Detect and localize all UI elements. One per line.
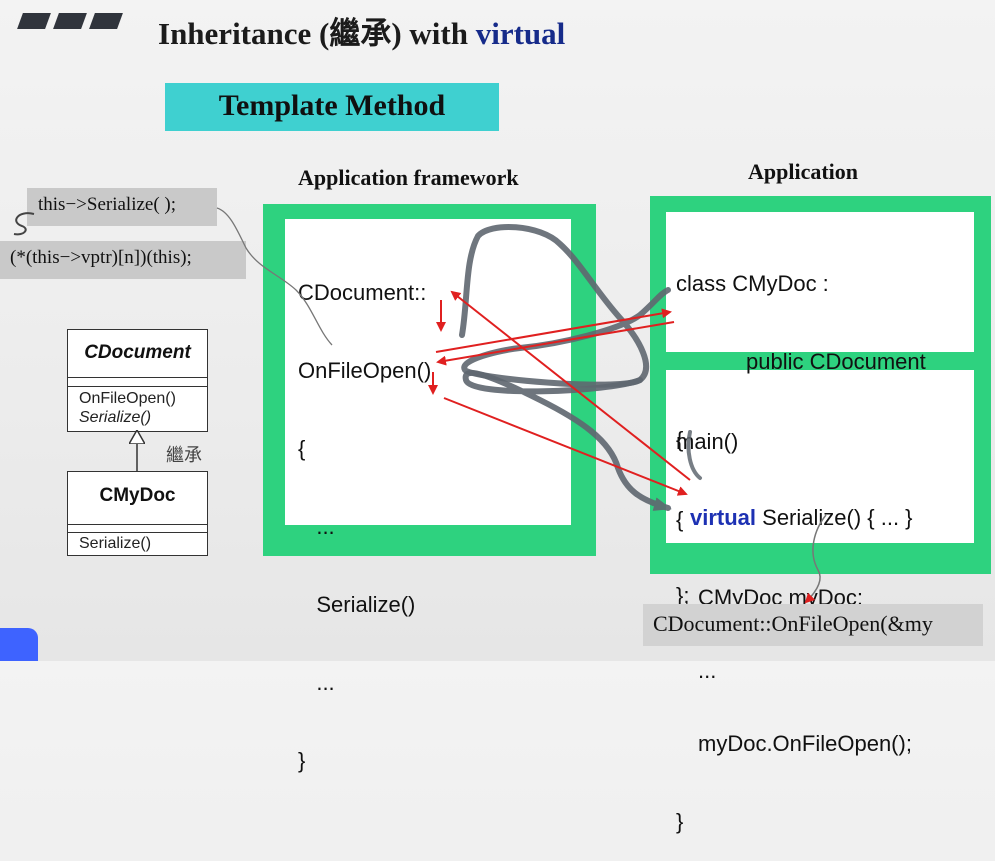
main-code-line: myDoc.OnFileOpen(); [698, 731, 912, 756]
framework-code-line: } [298, 748, 306, 773]
annotation-overlay [13, 207, 827, 604]
framework-code-line: ... [298, 670, 335, 695]
pen-stroke-hook [686, 430, 702, 480]
main-code-line: } [676, 809, 684, 834]
bottom-connector [804, 514, 827, 604]
annotation-connector [216, 207, 333, 346]
pen-stroke-down [462, 370, 672, 511]
pen-stroke-loop [459, 224, 671, 388]
main-code-line: ... [698, 658, 717, 683]
annotation-curl [13, 212, 35, 236]
